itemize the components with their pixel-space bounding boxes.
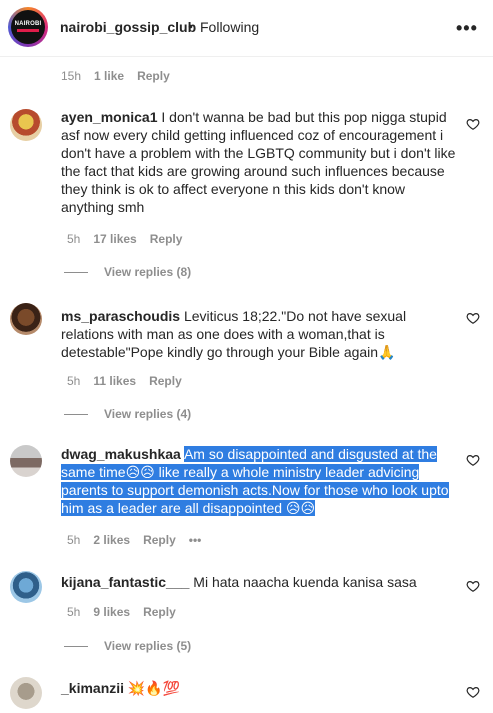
comment-text: ms_paraschoudis Leviticus 18;22."Do not … (61, 307, 461, 361)
avatar[interactable] (10, 445, 42, 477)
comment-body: 💥🔥💯 (127, 680, 181, 696)
like-heart-icon[interactable] (466, 117, 480, 131)
comment-text: ayen_monica1 I don't wanna be bad but th… (61, 108, 461, 216)
like-heart-icon[interactable] (466, 453, 480, 467)
comment-likes[interactable]: 9 likes (93, 605, 130, 619)
like-heart-icon[interactable] (466, 579, 480, 593)
view-replies-label: View replies (8) (104, 265, 192, 279)
like-heart-icon[interactable] (466, 685, 480, 699)
reply-button[interactable]: Reply (143, 605, 176, 619)
view-replies-label: View replies (4) (104, 407, 192, 421)
reply-button[interactable]: Reply (137, 69, 170, 83)
view-replies-button[interactable]: View replies (4) (64, 407, 191, 421)
like-heart-icon[interactable] (466, 311, 480, 325)
comment-username[interactable]: _kimanzii (61, 680, 124, 696)
comment-likes[interactable]: 11 likes (93, 374, 136, 388)
comment-likes[interactable]: 1 like (94, 69, 124, 83)
logo-lips (17, 29, 39, 32)
view-replies-label: View replies (5) (104, 639, 192, 653)
comment-username[interactable]: kijana_fantastic___ (61, 574, 189, 590)
reply-button[interactable]: Reply (143, 533, 176, 547)
view-replies-button[interactable]: View replies (8) (64, 265, 191, 279)
comment-time: 5h (67, 533, 81, 547)
avatar[interactable] (10, 109, 42, 141)
comment-time: 5h (67, 374, 81, 388)
separator-dot: • (188, 18, 193, 34)
comment-username[interactable]: dwag_makushkaa (61, 446, 181, 462)
comment-time: 15h (61, 69, 82, 83)
comment-meta: 5h 2 likes Reply ••• (67, 533, 214, 547)
comment-meta: 5h 9 likes Reply (67, 605, 189, 619)
comment-body: Mi hata naacha kuenda kanisa sasa (193, 574, 417, 590)
avatar[interactable] (10, 303, 42, 335)
account-username[interactable]: nairobi_gossip_club (60, 19, 196, 35)
replies-divider (64, 272, 88, 274)
following-button[interactable]: Following (200, 19, 259, 35)
more-options-icon[interactable]: ••• (456, 18, 478, 39)
comment-meta: 15h 1 like Reply (61, 69, 183, 83)
comment-meta: 5h 11 likes Reply (67, 374, 195, 388)
comment-more-icon[interactable]: ••• (189, 533, 202, 547)
comment-meta: 5h 17 likes Reply (67, 232, 195, 246)
comment-time: 5h (67, 605, 81, 619)
reply-button[interactable]: Reply (150, 232, 183, 246)
post-header: NAIROBI nairobi_gossip_club • Following … (0, 0, 493, 57)
comment-text: dwag_makushkaa Am so disappointed and di… (61, 445, 461, 517)
comment-text: _kimanzii 💥🔥💯 (61, 679, 461, 697)
replies-divider (64, 646, 88, 648)
avatar[interactable] (10, 677, 42, 709)
reply-button[interactable]: Reply (149, 374, 182, 388)
comment-likes[interactable]: 17 likes (93, 232, 136, 246)
comment-text: kijana_fantastic___ Mi hata naacha kuend… (61, 573, 461, 591)
view-replies-button[interactable]: View replies (5) (64, 639, 191, 653)
comment-time: 5h (67, 232, 81, 246)
comment-likes[interactable]: 2 likes (93, 533, 130, 547)
replies-divider (64, 414, 88, 416)
comment-username[interactable]: ayen_monica1 (61, 109, 158, 125)
logo-text: NAIROBI (14, 21, 42, 27)
avatar[interactable] (10, 571, 42, 603)
account-avatar[interactable]: NAIROBI (8, 7, 48, 47)
comment-username[interactable]: ms_paraschoudis (61, 308, 180, 324)
